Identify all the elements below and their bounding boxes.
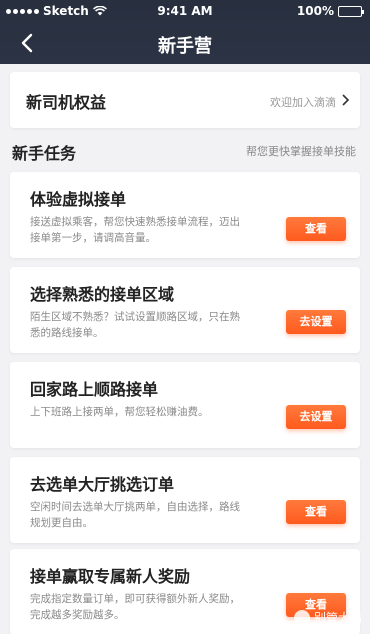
task-description: 接送虚拟乘客，帮您快速熟悉接单流程，迈出接单第一步，请调高音量。 [30,216,240,244]
task-title: 去选单大厅挑选订单 [30,475,175,494]
task-description: 空闲时间去选单大厅挑两单，自由选择，路线规划更自由。 [30,501,240,529]
task-description: 完成指定数量订单，即可获得额外新人奖励，完成越多奖励越多。 [30,593,240,621]
setup-button[interactable]: 去设置 [286,310,346,334]
task-card: 选择熟悉的接单区域 陌生区域不熟悉？试试设置顺路区域，只在熟悉的路线接单。 去设… [10,267,360,353]
top-bar: Sketch 9:41 AM 100% 新手营 [0,0,370,64]
task-description: 陌生区域不熟悉？试试设置顺路区域，只在熟悉的路线接单。 [30,311,240,339]
section-subtitle: 帮您更快掌握接单技能 [246,145,356,158]
task-title: 接单赢取专属新人奖励 [30,567,191,586]
nav-bar: 新手营 [0,22,370,64]
view-button[interactable]: 查看 [286,217,346,241]
task-title: 体验虚拟接单 [30,190,127,209]
task-description: 上下班路上接两单，帮您轻松赚油费。 [30,406,209,418]
setup-button[interactable]: 去设置 [286,405,346,429]
page-title: 新手营 [158,36,212,57]
watermark-text: 别管大嘴 [313,611,362,625]
watermark-logo-icon [293,609,310,626]
section-title: 新手任务 [12,144,77,163]
battery-percent: 100% [296,4,334,18]
task-title: 选择熟悉的接单区域 [30,285,175,304]
task-card: 回家路上顺路接单 上下班路上接两单，帮您轻松赚油费。 去设置 [10,362,360,448]
status-right: 100% [296,4,364,18]
watermark: 别管大嘴 [293,609,362,626]
status-bar: Sketch 9:41 AM 100% [0,0,370,22]
task-card: 体验虚拟接单 接送虚拟乘客，帮您快速熟悉接单流程，迈出接单第一步，请调高音量。 … [10,172,360,258]
new-driver-benefits-row[interactable]: 新司机权益 欢迎加入滴滴 [10,72,360,128]
benefit-subtitle: 欢迎加入滴滴 [270,96,336,109]
benefit-title: 新司机权益 [26,93,107,112]
chevron-right-icon [342,94,350,106]
task-card: 去选单大厅挑选订单 空闲时间去选单大厅挑两单，自由选择，路线规划更自由。 查看 [10,457,360,543]
task-title: 回家路上顺路接单 [30,380,159,399]
view-button[interactable]: 查看 [286,500,346,524]
battery-icon [338,5,364,17]
